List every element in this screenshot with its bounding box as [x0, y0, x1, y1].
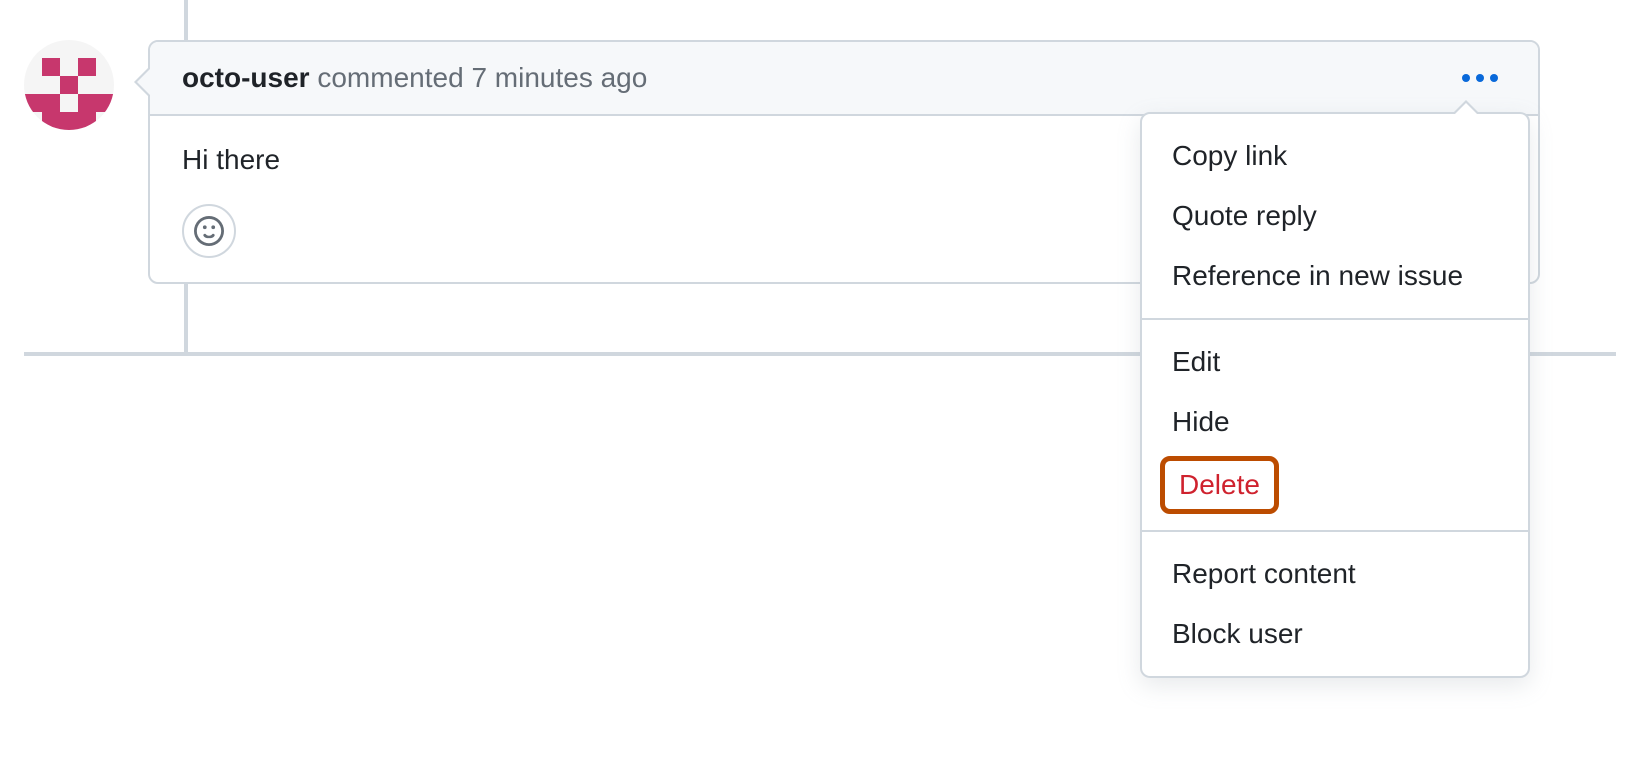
avatar[interactable] — [24, 40, 114, 130]
menu-item-report[interactable]: Report content — [1142, 544, 1528, 604]
menu-item-block[interactable]: Block user — [1142, 604, 1528, 664]
avatar-identicon — [24, 40, 114, 130]
menu-item-quote-reply[interactable]: Quote reply — [1142, 186, 1528, 246]
kebab-menu-button[interactable] — [1454, 66, 1506, 90]
comment-header: octo-user commented 7 minutes ago — [150, 42, 1538, 116]
menu-item-delete[interactable]: Delete — [1160, 456, 1279, 514]
menu-item-hide[interactable]: Hide — [1142, 392, 1528, 452]
comment-header-text: octo-user commented 7 minutes ago — [182, 62, 647, 94]
comment-author[interactable]: octo-user — [182, 62, 310, 93]
comment-actions-menu: Copy link Quote reply Reference in new i… — [1140, 112, 1530, 678]
comment-action-label: commented 7 minutes ago — [317, 62, 647, 93]
add-reaction-button[interactable] — [182, 204, 236, 258]
smiley-icon — [194, 216, 224, 246]
comment-arrow — [134, 66, 150, 98]
menu-item-edit[interactable]: Edit — [1142, 332, 1528, 392]
comment-timestamp[interactable]: 7 minutes ago — [471, 62, 647, 93]
menu-item-copy-link[interactable]: Copy link — [1142, 126, 1528, 186]
kebab-horizontal-icon — [1462, 74, 1470, 82]
dropdown-caret — [1452, 100, 1480, 114]
menu-item-reference-issue[interactable]: Reference in new issue — [1142, 246, 1528, 306]
